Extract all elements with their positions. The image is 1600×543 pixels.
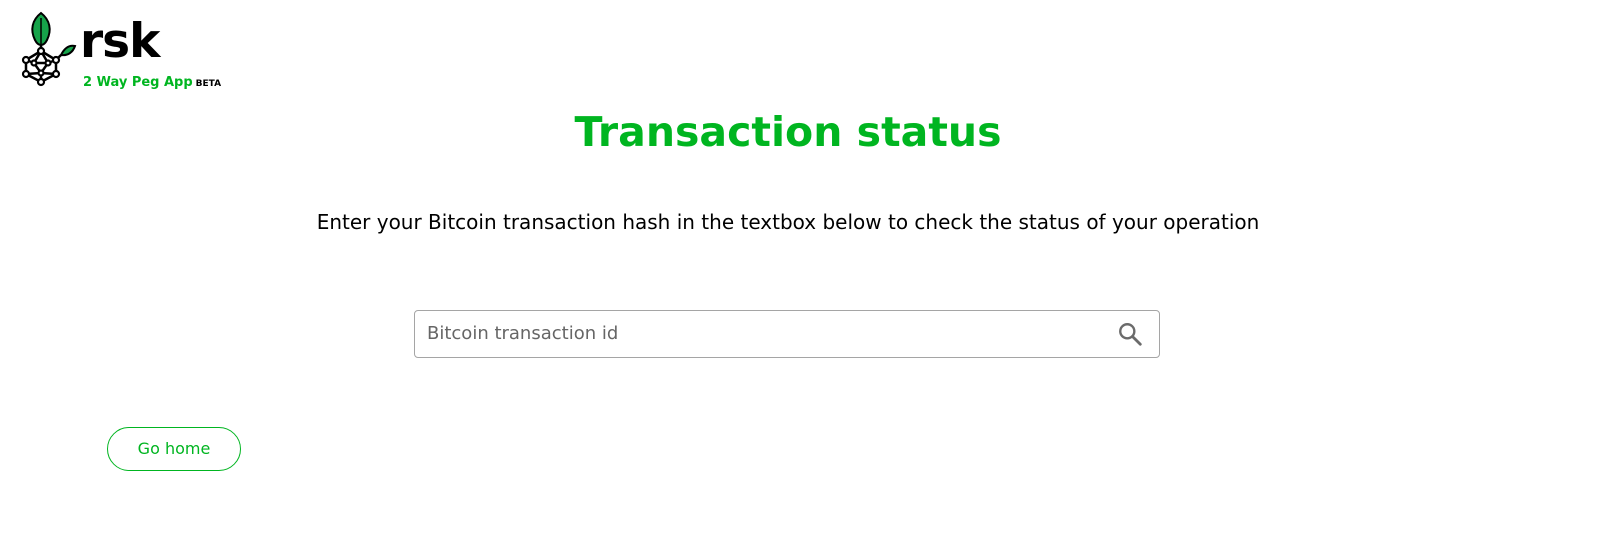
app-name: 2 Way Peg App	[83, 75, 193, 90]
page: rsk 2 Way Peg App BETA Transaction status…	[0, 0, 1600, 543]
search-box	[414, 310, 1160, 358]
logo-subtitle: 2 Way Peg App BETA	[83, 73, 221, 92]
rsk-logo-icon	[21, 11, 77, 87]
rsk-logo[interactable]: rsk 2 Way Peg App BETA	[20, 10, 221, 92]
search-icon[interactable]	[1117, 321, 1143, 347]
logo-wordmark: rsk	[80, 14, 160, 69]
page-description: Enter your Bitcoin transaction hash in t…	[316, 210, 1260, 234]
page-title: Transaction status	[574, 108, 1002, 156]
transaction-id-input[interactable]	[427, 311, 1087, 356]
go-home-button[interactable]: Go home	[107, 427, 241, 471]
beta-badge: BETA	[195, 79, 222, 89]
